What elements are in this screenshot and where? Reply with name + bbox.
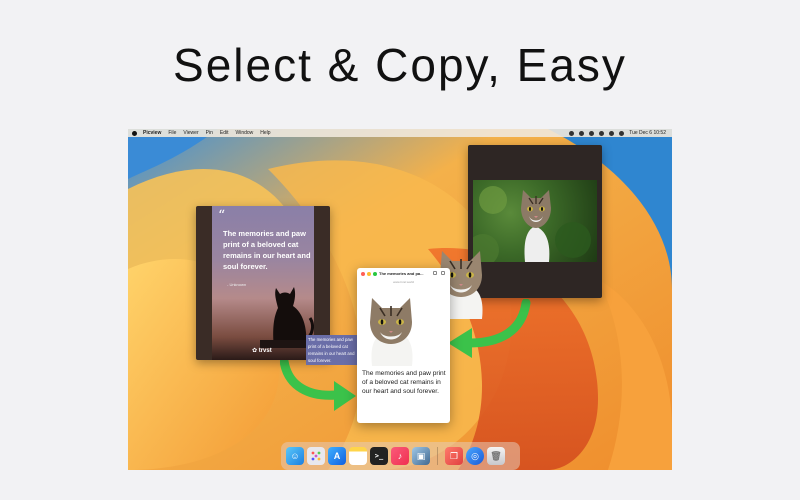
window-controls bbox=[361, 272, 377, 276]
quote-author: - Unknown bbox=[227, 282, 247, 287]
finder-icon[interactable]: ☺ bbox=[286, 447, 304, 465]
status-icon[interactable] bbox=[579, 130, 585, 136]
app-store-icon[interactable]: A bbox=[328, 447, 346, 465]
apple-menu-icon[interactable] bbox=[132, 130, 137, 136]
launchpad-icon[interactable] bbox=[307, 447, 325, 465]
menu-help[interactable]: Help bbox=[260, 130, 270, 136]
dock: ☺ A >_ ♪ ▣ ❐ ◎ 🗑 bbox=[281, 442, 520, 470]
menu-window[interactable]: Window bbox=[235, 130, 253, 136]
menu-bar-clock[interactable]: Tue Dec 6 10:52 bbox=[629, 130, 666, 136]
brand-logo: ✿ trvst bbox=[252, 348, 272, 354]
notes-icon[interactable] bbox=[349, 447, 367, 465]
text-selection-highlight[interactable]: The memories and paw print of a beloved … bbox=[306, 335, 364, 365]
arrow-left-to-preview bbox=[280, 357, 356, 411]
quote-text[interactable]: The memories and paw print of a beloved … bbox=[223, 228, 311, 272]
control-center-icon[interactable] bbox=[619, 130, 625, 136]
terminal-icon[interactable]: >_ bbox=[370, 447, 388, 465]
preview-window-title: The memories and pa... bbox=[379, 271, 424, 276]
copy-icon[interactable] bbox=[433, 271, 437, 275]
music-icon[interactable]: ♪ bbox=[391, 447, 409, 465]
close-button[interactable] bbox=[361, 272, 365, 276]
preview-cat-image[interactable] bbox=[364, 292, 420, 366]
minimize-button[interactable] bbox=[367, 272, 371, 276]
preview-window-toolbar bbox=[433, 271, 445, 275]
quote-image: “ The memories and paw print of a belove… bbox=[212, 206, 314, 360]
headline: Select & Copy, Easy bbox=[173, 39, 627, 91]
preview-window[interactable]: The memories and pa... www.trvst.world T… bbox=[357, 268, 450, 423]
desktop-screenshot: Picview File Viewer Pin Edit Window Help… bbox=[128, 129, 672, 470]
status-icon[interactable] bbox=[569, 130, 575, 136]
trash-icon[interactable]: 🗑 bbox=[487, 447, 505, 465]
menu-viewer[interactable]: Viewer bbox=[183, 130, 198, 136]
menu-bar-status-area: Tue Dec 6 10:52 bbox=[569, 129, 666, 137]
zoom-button[interactable] bbox=[373, 272, 377, 276]
menu-pin[interactable]: Pin bbox=[206, 130, 213, 136]
pin-icon[interactable] bbox=[441, 271, 445, 275]
dock-separator bbox=[437, 447, 438, 465]
safari-icon[interactable]: ◎ bbox=[466, 447, 484, 465]
menu-edit[interactable]: Edit bbox=[220, 130, 229, 136]
wifi-icon[interactable] bbox=[599, 130, 605, 136]
pinned-app-icon[interactable]: ❐ bbox=[445, 447, 463, 465]
cat-photo bbox=[473, 180, 597, 262]
menu-app-name[interactable]: Picview bbox=[143, 130, 161, 136]
picview-icon[interactable]: ▣ bbox=[412, 447, 430, 465]
menu-file[interactable]: File bbox=[168, 130, 176, 136]
preview-text[interactable]: The memories and paw print of a beloved … bbox=[362, 369, 448, 396]
status-icon[interactable] bbox=[589, 130, 595, 136]
menu-bar: Picview File Viewer Pin Edit Window Help… bbox=[128, 129, 672, 137]
quote-mark: “ bbox=[218, 208, 226, 224]
battery-icon[interactable] bbox=[609, 130, 615, 136]
cat-photo-image bbox=[473, 186, 591, 262]
preview-window-subtitle: www.trvst.world bbox=[393, 280, 414, 284]
